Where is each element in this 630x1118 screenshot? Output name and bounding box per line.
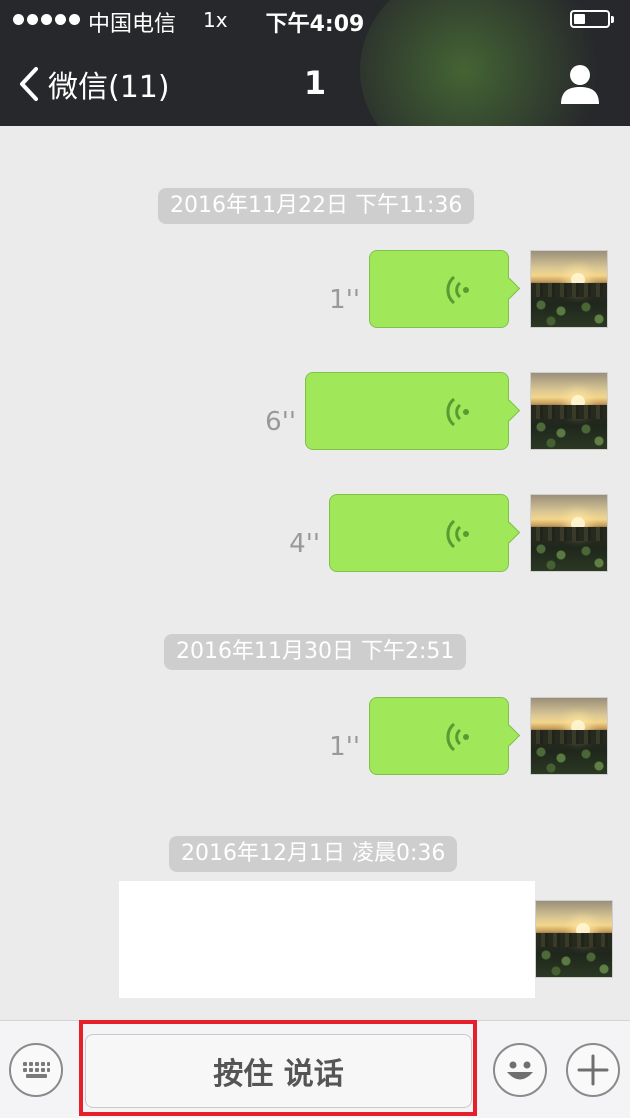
voice-message-bubble[interactable] bbox=[369, 697, 509, 775]
avatar[interactable] bbox=[535, 900, 613, 978]
more-options-button[interactable] bbox=[566, 1043, 620, 1097]
smiley-icon bbox=[507, 1061, 533, 1080]
status-time: 下午4:09 bbox=[265, 12, 365, 37]
profile-button[interactable] bbox=[558, 62, 602, 106]
avatar[interactable] bbox=[530, 372, 608, 450]
back-label: 微信(11) bbox=[48, 70, 170, 105]
back-button[interactable]: 微信(11) bbox=[18, 62, 170, 106]
avatar[interactable] bbox=[530, 250, 608, 328]
top-header: 中国电信 1x 下午4:09 微信(11) 1 bbox=[0, 0, 630, 126]
input-bar: 按住 说话 bbox=[0, 1020, 630, 1118]
keyboard-icon bbox=[23, 1062, 50, 1078]
voice-wave-icon bbox=[446, 397, 469, 427]
voice-message-bubble[interactable] bbox=[305, 372, 509, 450]
timestamp-1: 2016年11月22日 下午11:36 bbox=[158, 188, 475, 224]
chat-area[interactable]: 2016年11月22日 下午11:36 1'' 6'' 4'' 2016年11月… bbox=[0, 126, 630, 1020]
nav-bar: 微信(11) 1 bbox=[0, 40, 630, 126]
person-icon bbox=[561, 65, 599, 104]
voice-wave-icon bbox=[446, 519, 469, 549]
voice-duration: 1'' bbox=[329, 285, 360, 315]
voice-duration: 4'' bbox=[289, 529, 320, 559]
voice-message-bubble[interactable] bbox=[369, 250, 509, 328]
avatar[interactable] bbox=[530, 697, 608, 775]
avatar[interactable] bbox=[530, 494, 608, 572]
plus-icon bbox=[577, 1054, 609, 1086]
voice-duration: 6'' bbox=[265, 407, 296, 437]
emoji-button[interactable] bbox=[493, 1043, 547, 1097]
voice-wave-icon bbox=[446, 275, 469, 305]
hold-to-talk-button[interactable]: 按住 说话 bbox=[85, 1034, 472, 1108]
blank-message-bubble[interactable] bbox=[119, 881, 535, 998]
voice-duration: 1'' bbox=[329, 732, 360, 762]
battery-icon bbox=[570, 10, 614, 28]
timestamp-2: 2016年11月30日 下午2:51 bbox=[164, 634, 467, 670]
keyboard-toggle-button[interactable] bbox=[9, 1043, 63, 1097]
timestamp-3: 2016年12月1日 凌晨0:36 bbox=[169, 836, 458, 872]
status-bar: 中国电信 1x 下午4:09 bbox=[0, 0, 630, 40]
voice-wave-icon bbox=[446, 722, 469, 752]
chevron-left-icon bbox=[20, 67, 38, 101]
voice-message-bubble[interactable] bbox=[329, 494, 509, 572]
chat-title: 1 bbox=[303, 64, 327, 102]
